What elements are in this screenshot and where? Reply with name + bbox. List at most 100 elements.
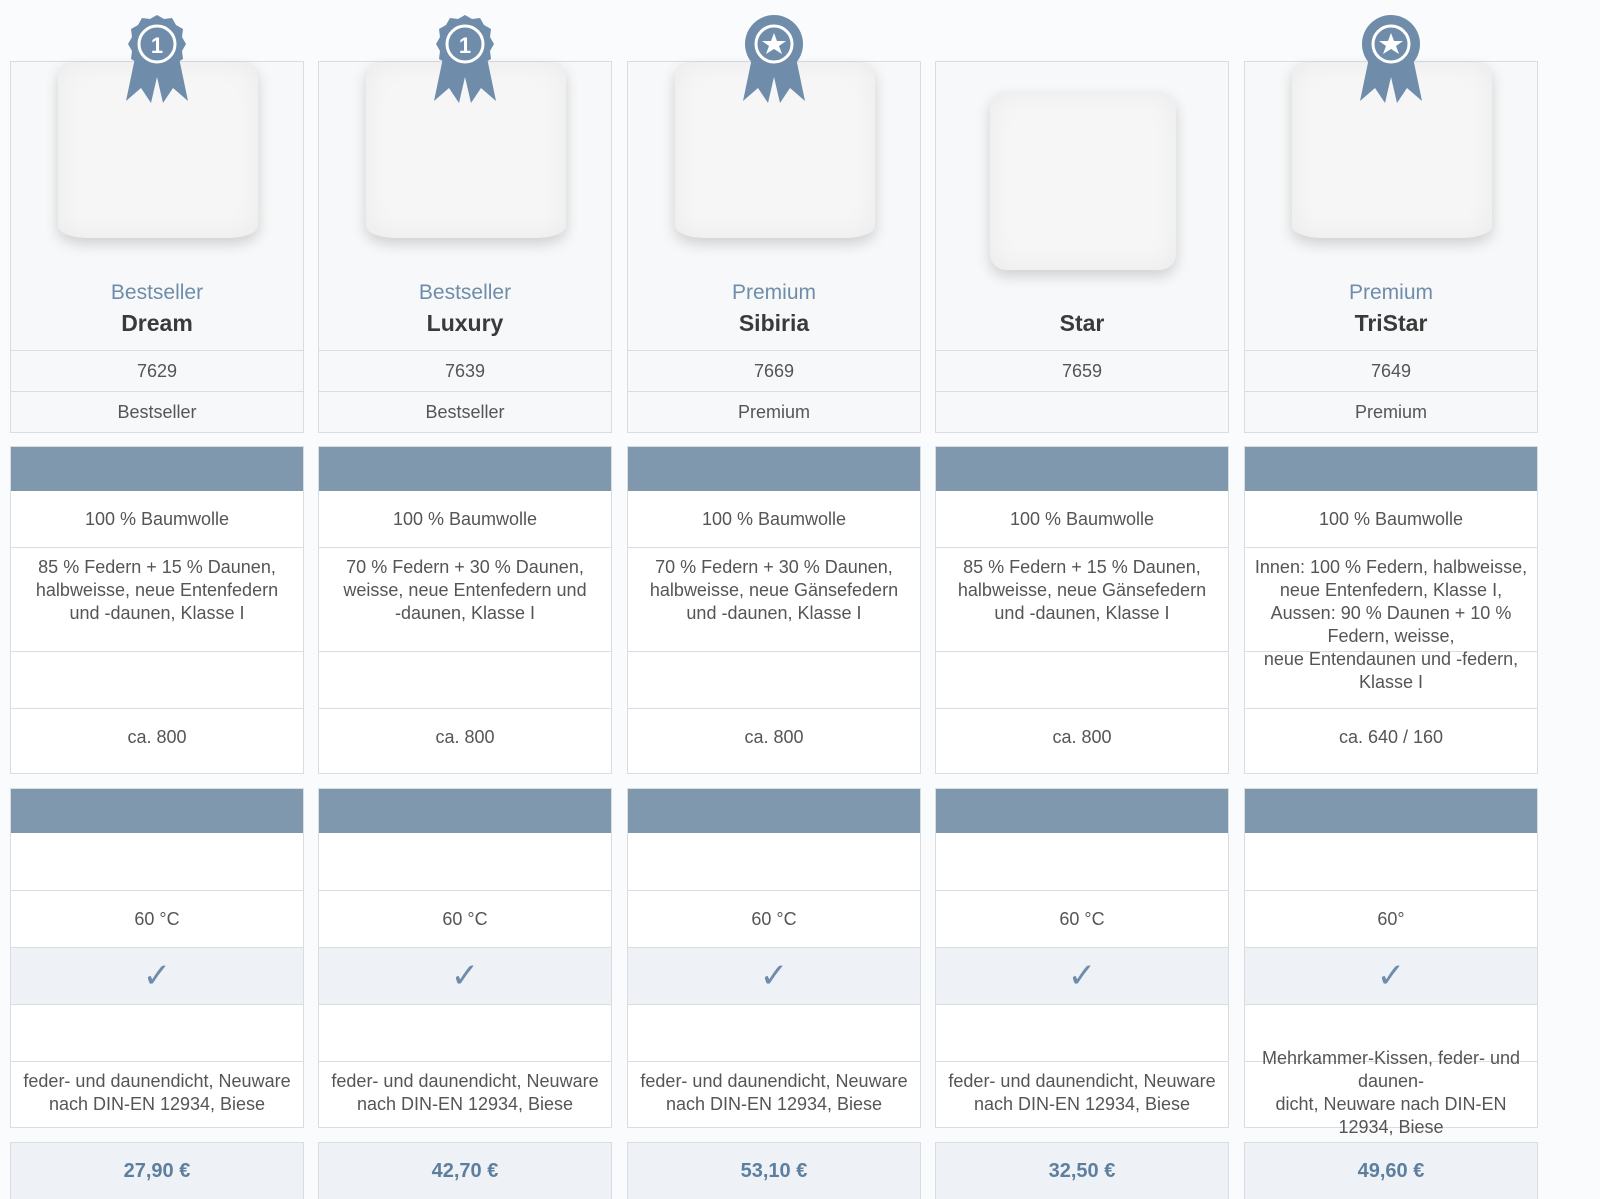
wash-temperature: 60 °C xyxy=(936,890,1228,947)
award-ribbon-number-one-icon: 1 xyxy=(434,15,496,103)
empty-cell xyxy=(11,651,303,708)
product-name[interactable]: Sibiria xyxy=(628,310,920,337)
section-header-bar xyxy=(11,447,303,491)
cover-material: 100 % Baumwolle xyxy=(392,508,538,529)
care-block: 60 °C ✓ feder- und daunendicht, Neuware … xyxy=(318,788,612,1128)
product-hero: 1 Bestseller Dream xyxy=(11,15,303,350)
care-block: 60 °C ✓ feder- und daunendicht, Neuware … xyxy=(10,788,304,1128)
section-header-bar xyxy=(1245,447,1537,491)
care-block: 60 °C ✓ feder- und daunendicht, Neuware … xyxy=(935,788,1229,1128)
product-card[interactable]: Premium TriStar 7649 Premium xyxy=(1244,15,1538,433)
materials-block: 100 % Baumwolle Innen: 100 % Federn, hal… xyxy=(1244,446,1538,774)
cover-material: 100 % Baumwolle xyxy=(1009,508,1155,529)
product-name[interactable]: Luxury xyxy=(319,310,611,337)
care-block: 60° ✓ Mehrkammer-Kissen, feder- und daun… xyxy=(1244,788,1538,1137)
wash-temperature: 60° xyxy=(1245,890,1537,947)
empty-cell xyxy=(319,833,611,890)
product-hero: Star xyxy=(936,62,1228,350)
article-number: 7659 xyxy=(936,350,1228,391)
cover-material: 100 % Baumwolle xyxy=(1318,508,1464,529)
product-notes: feder- und daunendicht, Neuware nach DIN… xyxy=(319,1061,611,1123)
wash-temperature: 60 °C xyxy=(628,890,920,947)
product-hero: Premium TriStar xyxy=(1245,15,1537,350)
section-header-bar xyxy=(628,447,920,491)
empty-cell xyxy=(936,833,1228,890)
price[interactable]: 49,60 € xyxy=(1244,1142,1538,1199)
product-notes: Mehrkammer-Kissen, feder- und daunen- di… xyxy=(1245,1048,1537,1137)
fill-power: ca. 800 xyxy=(628,708,920,765)
product-notes: feder- und daunendicht, Neuware nach DIN… xyxy=(628,1061,920,1123)
article-number: 7649 xyxy=(1245,350,1537,391)
product-tag: Bestseller xyxy=(418,281,512,304)
fill-power: ca. 800 xyxy=(11,708,303,765)
empty-cell xyxy=(936,651,1228,708)
product-hero: 1 Bestseller Luxury xyxy=(319,15,611,350)
article-number: 7629 xyxy=(11,350,303,391)
materials-block: 100 % Baumwolle 70 % Federn + 30 % Daune… xyxy=(318,446,612,774)
product-name[interactable]: TriStar xyxy=(1245,310,1537,337)
product-notes: feder- und daunendicht, Neuware nach DIN… xyxy=(11,1061,303,1123)
article-number: 7669 xyxy=(628,350,920,391)
section-header-bar xyxy=(319,447,611,491)
checkmark-icon: ✓ xyxy=(1245,947,1537,1004)
empty-cell xyxy=(11,1004,303,1061)
checkmark-icon: ✓ xyxy=(628,947,920,1004)
category-label: Bestseller xyxy=(319,391,611,432)
materials-block: 100 % Baumwolle 85 % Federn + 15 % Daune… xyxy=(935,446,1229,774)
section-header-bar xyxy=(11,789,303,833)
empty-cell xyxy=(628,1004,920,1061)
product-tag: Premium xyxy=(731,281,816,304)
empty-cell xyxy=(628,651,920,708)
product-hero: Premium Sibiria xyxy=(628,15,920,350)
section-header-bar xyxy=(628,789,920,833)
empty-cell xyxy=(936,1004,1228,1061)
fill-power: ca. 640 / 160 xyxy=(1245,708,1537,765)
price[interactable]: 53,10 € xyxy=(627,1142,921,1199)
product-card[interactable]: 1 Bestseller Dream 7629 Bestseller xyxy=(10,15,304,433)
category-label xyxy=(936,391,1228,432)
badge-number: 1 xyxy=(151,33,163,58)
product-card[interactable]: 1 Bestseller Luxury 7639 Bestseller xyxy=(318,15,612,433)
fill-power: ca. 800 xyxy=(319,708,611,765)
wash-temperature: 60 °C xyxy=(319,890,611,947)
price[interactable]: 42,70 € xyxy=(318,1142,612,1199)
section-header-bar xyxy=(1245,789,1537,833)
category-label: Premium xyxy=(1245,391,1537,432)
cover-material: 100 % Baumwolle xyxy=(84,508,230,529)
filling-description: 70 % Federn + 30 % Daunen, halbweisse, n… xyxy=(628,547,920,651)
filling-description: Innen: 100 % Federn, halbweisse, neue En… xyxy=(1245,547,1537,692)
award-ribbon-number-one-icon: 1 xyxy=(126,15,188,103)
category-label: Bestseller xyxy=(11,391,303,432)
product-card[interactable]: Premium Sibiria 7669 Premium xyxy=(627,15,921,433)
checkmark-icon: ✓ xyxy=(319,947,611,1004)
cover-material: 100 % Baumwolle xyxy=(701,508,847,529)
price[interactable]: 32,50 € xyxy=(935,1142,1229,1199)
empty-cell xyxy=(1245,833,1537,890)
care-block: 60 °C ✓ feder- und daunendicht, Neuware … xyxy=(627,788,921,1128)
empty-cell xyxy=(628,833,920,890)
price[interactable]: 27,90 € xyxy=(10,1142,304,1199)
section-header-bar xyxy=(936,789,1228,833)
checkmark-icon: ✓ xyxy=(936,947,1228,1004)
section-header-bar xyxy=(936,447,1228,491)
checkmark-icon: ✓ xyxy=(11,947,303,1004)
materials-block: 100 % Baumwolle 70 % Federn + 30 % Daune… xyxy=(627,446,921,774)
category-label: Premium xyxy=(628,391,920,432)
wash-temperature: 60 °C xyxy=(11,890,303,947)
filling-description: 70 % Federn + 30 % Daunen, weisse, neue … xyxy=(319,547,611,651)
product-name[interactable]: Star xyxy=(936,310,1228,337)
pillow-image xyxy=(990,92,1176,270)
product-card[interactable]: Star 7659 xyxy=(935,61,1229,433)
award-ribbon-star-icon xyxy=(1360,15,1422,103)
badge-number: 1 xyxy=(459,33,471,58)
empty-cell xyxy=(319,651,611,708)
product-name[interactable]: Dream xyxy=(11,310,303,337)
product-tag: Premium xyxy=(1348,281,1433,304)
product-tag: Bestseller xyxy=(110,281,204,304)
empty-cell xyxy=(319,1004,611,1061)
product-notes: feder- und daunendicht, Neuware nach DIN… xyxy=(936,1061,1228,1123)
materials-block: 100 % Baumwolle 85 % Federn + 15 % Daune… xyxy=(10,446,304,774)
section-header-bar xyxy=(319,789,611,833)
fill-power: ca. 800 xyxy=(936,708,1228,765)
award-ribbon-star-icon xyxy=(743,15,805,103)
